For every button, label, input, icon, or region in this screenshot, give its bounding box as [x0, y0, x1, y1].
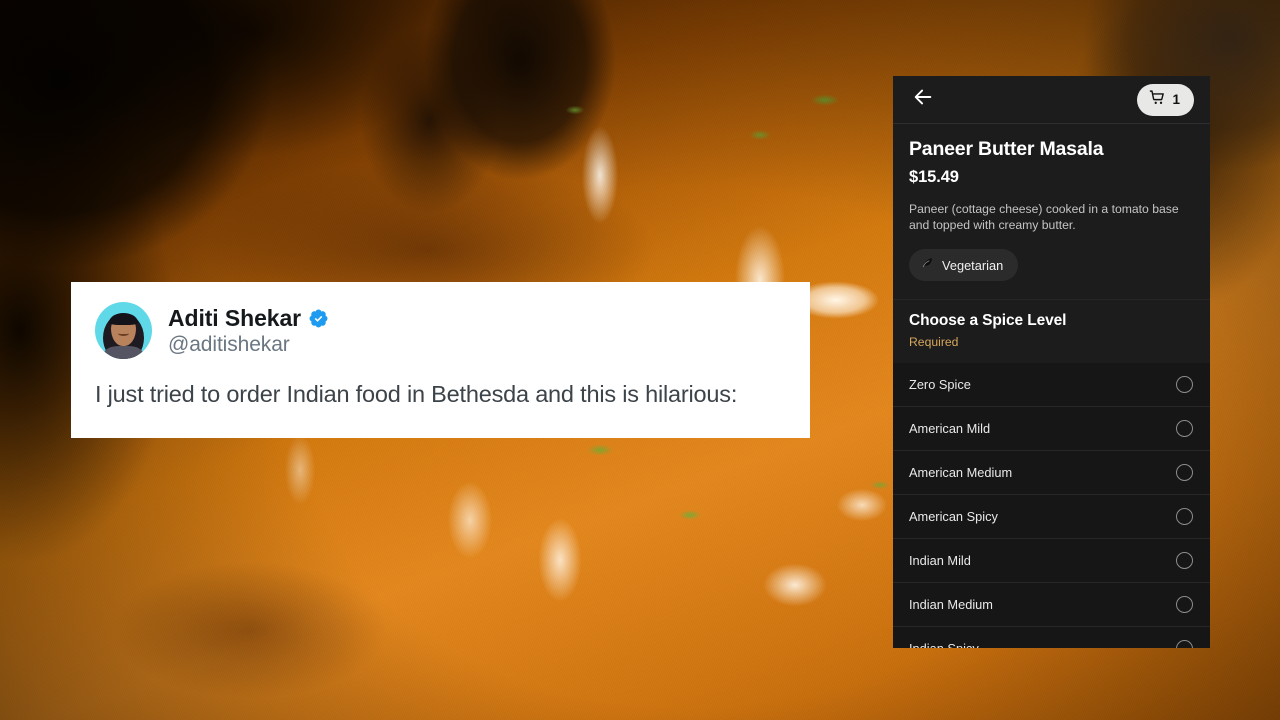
option-group-header: Choose a Spice Level Required — [893, 299, 1210, 363]
arrow-left-icon — [912, 86, 934, 113]
option-row[interactable]: American Medium — [893, 451, 1210, 495]
option-label: American Mild — [909, 421, 991, 436]
screenshot-stage: Aditi Shekar @aditishekar I just tried t… — [0, 0, 1280, 720]
panel-header: 1 — [893, 76, 1210, 124]
option-row[interactable]: Indian Mild — [893, 539, 1210, 583]
cart-count-badge: 1 — [1172, 92, 1180, 107]
option-label: American Medium — [909, 465, 1013, 480]
tweet-name-row: Aditi Shekar — [168, 305, 329, 332]
option-row[interactable]: Indian Medium — [893, 583, 1210, 627]
shopping-cart-icon — [1149, 89, 1166, 111]
option-radio[interactable] — [1176, 596, 1193, 613]
option-radio[interactable] — [1176, 552, 1193, 569]
avatar-fringe — [109, 313, 138, 325]
option-radio[interactable] — [1176, 640, 1193, 648]
option-row[interactable]: American Spicy — [893, 495, 1210, 539]
vegetarian-tag: Vegetarian — [909, 249, 1019, 281]
tweet-header: Aditi Shekar @aditishekar — [95, 302, 786, 359]
option-group-title: Choose a Spice Level — [909, 312, 1067, 329]
item-price: $15.49 — [909, 168, 959, 186]
verified-badge-icon — [308, 308, 329, 329]
option-radio[interactable] — [1176, 508, 1193, 525]
tweet-card: Aditi Shekar @aditishekar I just tried t… — [71, 282, 810, 438]
option-label: Indian Medium — [909, 597, 993, 612]
option-label: Zero Spice — [909, 377, 971, 392]
item-title: Paneer Butter Masala — [909, 138, 1104, 160]
item-description: Paneer (cottage cheese) cooked in a toma… — [909, 202, 1179, 232]
option-label: American Spicy — [909, 509, 998, 524]
tweet-identity: Aditi Shekar @aditishekar — [168, 305, 329, 357]
spice-level-options-list: Zero Spice American Mild American Medium Am… — [893, 363, 1210, 648]
option-label: Indian Spicy — [909, 641, 979, 648]
option-label: Indian Mild — [909, 553, 971, 568]
option-row[interactable]: Zero Spice — [893, 363, 1210, 407]
cart-button[interactable]: 1 — [1137, 83, 1194, 116]
option-radio[interactable] — [1176, 420, 1193, 437]
tweet-text: I just tried to order Indian food in Bet… — [95, 381, 738, 407]
item-tag-row: Vegetarian — [909, 249, 1194, 281]
leaf-icon — [921, 256, 934, 274]
vegetarian-tag-label: Vegetarian — [942, 257, 1004, 273]
tweet-display-name: Aditi Shekar — [168, 304, 302, 331]
option-radio[interactable] — [1176, 376, 1193, 393]
back-button[interactable] — [909, 86, 937, 114]
avatar — [95, 302, 152, 359]
avatar-smile — [118, 331, 129, 336]
item-info-block: Paneer Butter Masala $15.49 Paneer (cott… — [893, 124, 1210, 299]
tweet-handle: @aditishekar — [168, 332, 290, 356]
option-radio[interactable] — [1176, 464, 1193, 481]
option-row[interactable]: American Mild — [893, 407, 1210, 451]
option-row[interactable]: Indian Spicy — [893, 627, 1210, 648]
avatar-body — [104, 346, 143, 359]
option-group-required-label: Required — [909, 335, 959, 349]
order-detail-panel: 1 Paneer Butter Masala $15.49 Paneer (co… — [893, 76, 1210, 648]
